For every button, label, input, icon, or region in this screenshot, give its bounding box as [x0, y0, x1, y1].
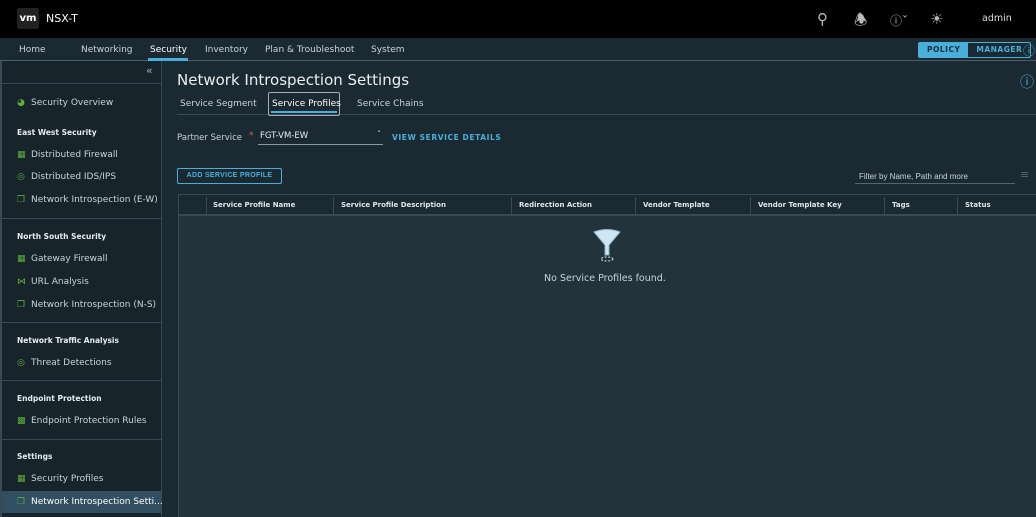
- sidebar-item-ni-settings[interactable]: ❐ Network Introspection Setti...: [17, 497, 163, 507]
- sun-icon[interactable]: ☀: [930, 10, 943, 28]
- label: URL Analysis: [31, 277, 89, 287]
- help-icon[interactable]: ⓘˇ: [890, 12, 908, 29]
- section-endpoint: Endpoint Protection: [17, 394, 102, 403]
- tab-service-segment[interactable]: Service Segment: [180, 99, 257, 109]
- section-north-south: North South Security: [17, 232, 107, 241]
- nav-system[interactable]: System: [371, 45, 405, 55]
- label: Threat Detections: [31, 358, 112, 368]
- tab-service-chains[interactable]: Service Chains: [357, 99, 424, 109]
- label: Network Introspection (N-S): [31, 300, 157, 310]
- empty-state-message: No Service Profiles found.: [544, 273, 666, 284]
- sidebar-item-distributed-firewall[interactable]: ▦ Distributed Firewall: [17, 150, 118, 160]
- introspection-icon: ❐: [17, 195, 26, 205]
- add-service-profile-button[interactable]: ADD SERVICE PROFILE: [177, 168, 282, 184]
- nav-networking[interactable]: Networking: [81, 45, 133, 55]
- search-icon[interactable]: ⚲: [817, 10, 828, 28]
- collapse-icon[interactable]: «: [146, 64, 153, 77]
- view-service-details-link[interactable]: VIEW SERVICE DETAILS: [392, 133, 501, 142]
- nav-security[interactable]: Security: [150, 45, 187, 55]
- firewall-icon: ▦: [17, 254, 26, 264]
- top-bar: [0, 0, 1036, 38]
- section-nta: Network Traffic Analysis: [17, 336, 119, 345]
- label: Distributed Firewall: [31, 150, 118, 160]
- ids-icon: ◎: [17, 172, 25, 182]
- label: Network Introspection Setti...: [31, 497, 163, 507]
- introspection-icon: ❐: [17, 497, 26, 507]
- page-title: Network Introspection Settings: [177, 71, 410, 89]
- url-icon: ⋈: [17, 277, 26, 287]
- nav-plan-troubleshoot[interactable]: Plan & Troubleshoot: [265, 45, 354, 55]
- divider: [2, 322, 161, 323]
- label: Network Introspection (E-W): [31, 195, 158, 205]
- sidebar-item-endpoint-rules[interactable]: ▩ Endpoint Protection Rules: [17, 416, 147, 426]
- label: Gateway Firewall: [31, 254, 108, 264]
- tab-service-profiles[interactable]: Service Profiles: [272, 99, 341, 109]
- column-separator: [635, 197, 636, 214]
- info-icon[interactable]: ⓘ: [1023, 42, 1035, 59]
- chevron-down-icon: ˇ: [377, 130, 381, 139]
- nav-inventory[interactable]: Inventory: [205, 45, 248, 55]
- selected-value: FGT-VM-EW: [260, 131, 309, 141]
- divider: [2, 439, 161, 440]
- manager-button[interactable]: MANAGER: [968, 43, 1030, 57]
- vmware-logo: vm: [17, 8, 39, 29]
- filter-icon[interactable]: ≡: [1020, 168, 1029, 181]
- column-header[interactable]: Service Profile Description: [341, 201, 446, 209]
- nav-home[interactable]: Home: [19, 45, 46, 55]
- label: Security Profiles: [31, 474, 104, 484]
- column-header[interactable]: Service Profile Name: [213, 201, 295, 209]
- empty-funnel-icon: [593, 229, 621, 262]
- app-title: NSX-T: [46, 12, 78, 25]
- sidebar-item-gateway-firewall[interactable]: ▦ Gateway Firewall: [17, 254, 108, 264]
- column-header[interactable]: Vendor Template Key: [758, 201, 842, 209]
- policy-manager-toggle: POLICY MANAGER: [918, 42, 1032, 58]
- label: Security Overview: [31, 98, 114, 108]
- column-header[interactable]: Tags: [892, 201, 910, 209]
- help-icon[interactable]: ⓘ: [1020, 72, 1034, 92]
- endpoint-icon: ▩: [17, 416, 26, 426]
- column-header[interactable]: Redirection Action: [519, 201, 592, 209]
- sidebar-item-ni-ns[interactable]: ❐ Network Introspection (N-S): [17, 300, 156, 310]
- partner-service-label: Partner Service: [177, 133, 243, 143]
- divider: [2, 218, 161, 219]
- filter-input[interactable]: [855, 169, 1015, 184]
- radar-icon: ◎: [17, 358, 25, 368]
- tab-active-indicator: [271, 111, 337, 113]
- column-separator: [884, 197, 885, 214]
- label: Endpoint Protection Rules: [31, 416, 147, 426]
- column-separator: [333, 197, 334, 214]
- firewall-icon: ▦: [17, 150, 26, 160]
- column-separator: [206, 197, 207, 214]
- sidebar-item-distributed-ids[interactable]: ◎ Distributed IDS/IPS: [17, 172, 116, 182]
- column-separator: [750, 197, 751, 214]
- sidebar-item-threat-detections[interactable]: ◎ Threat Detections: [17, 358, 112, 368]
- divider: [2, 83, 161, 84]
- section-east-west: East West Security: [17, 128, 97, 137]
- profile-icon: ▦: [17, 474, 26, 484]
- sidebar-item-ni-ew[interactable]: ❐ Network Introspection (E-W): [17, 195, 158, 205]
- gauge-icon: ◕: [17, 98, 25, 108]
- policy-button[interactable]: POLICY: [919, 43, 969, 57]
- partner-service-select[interactable]: FGT-VM-EW ˇ: [258, 130, 383, 145]
- user-menu[interactable]: admin: [982, 13, 1012, 24]
- column-header[interactable]: Status: [965, 201, 991, 209]
- column-separator: [957, 197, 958, 214]
- divider: [2, 380, 161, 381]
- required-icon: *: [249, 131, 254, 141]
- introspection-icon: ❐: [17, 300, 26, 310]
- label: Distributed IDS/IPS: [31, 172, 117, 182]
- sidebar-item-url-analysis[interactable]: ⋈ URL Analysis: [17, 277, 89, 287]
- sidebar-item-security-overview[interactable]: ◕ Security Overview: [17, 98, 113, 108]
- column-header[interactable]: Vendor Template: [643, 201, 710, 209]
- bell-icon[interactable]: 🕭: [854, 10, 867, 35]
- section-settings: Settings: [17, 452, 53, 461]
- column-separator: [511, 197, 512, 214]
- sidebar-item-security-profiles[interactable]: ▦ Security Profiles: [17, 474, 104, 484]
